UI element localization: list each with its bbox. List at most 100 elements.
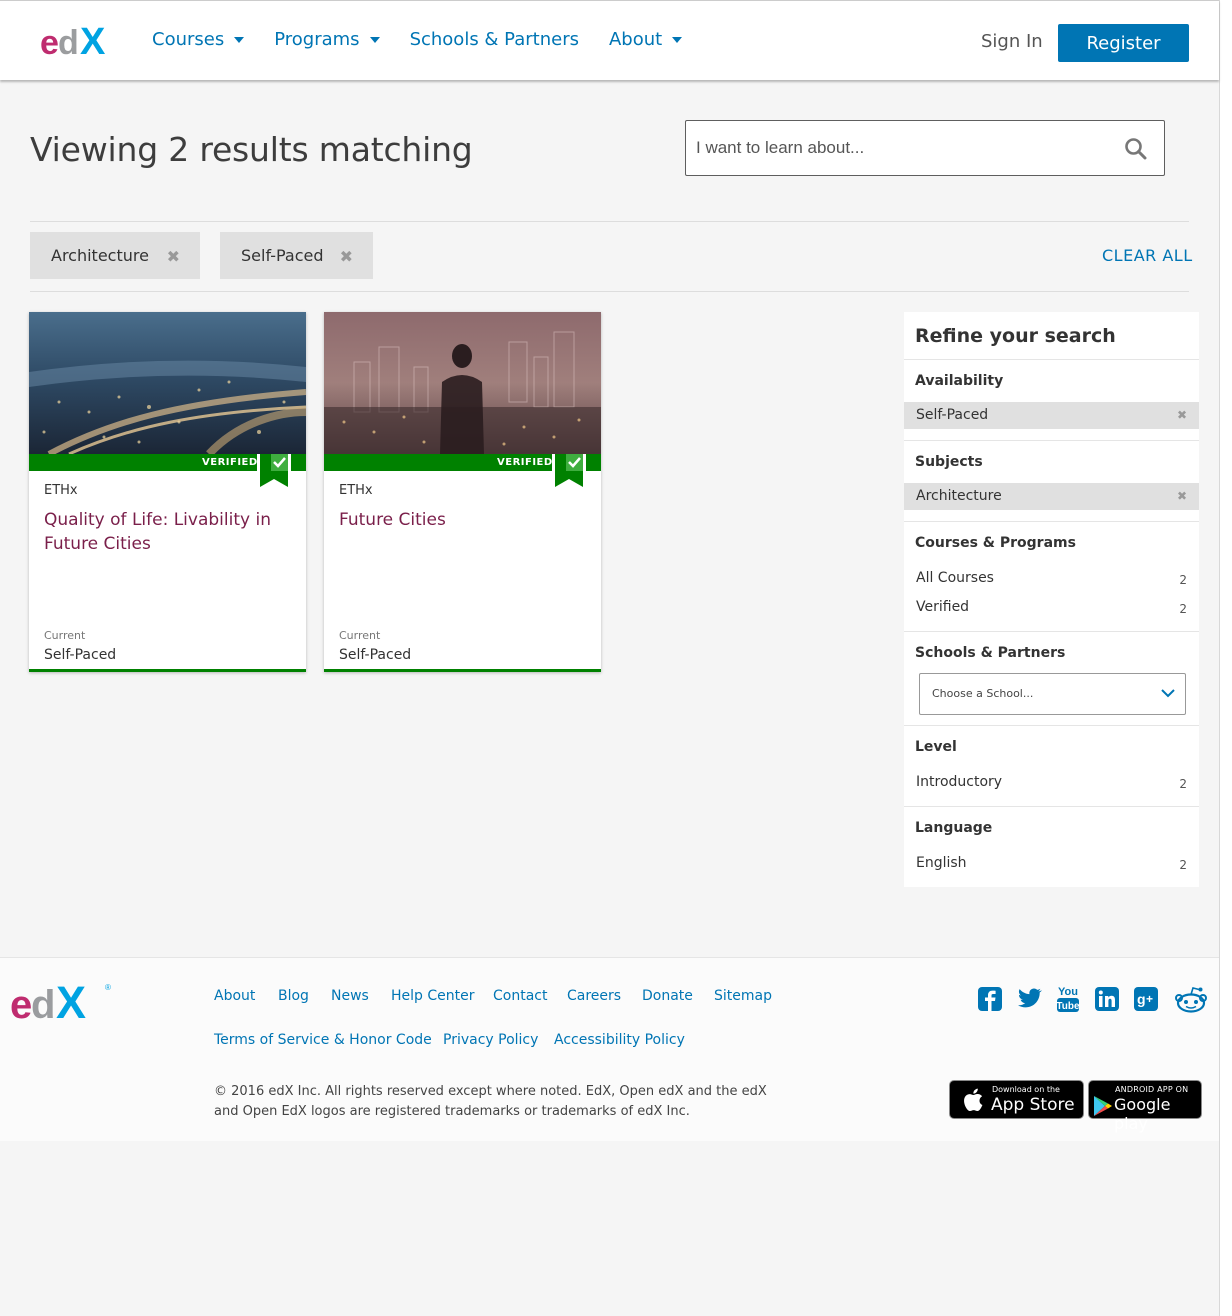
footer-link-careers[interactable]: Careers [567,988,621,1004]
main-nav: Courses Programs Schools & Partners Abou… [152,29,712,50]
search-icon[interactable] [1124,137,1148,161]
divider [904,359,1199,360]
facet-title-language: Language [915,820,993,836]
close-icon[interactable]: ✖ [167,247,180,266]
footer-link-donate[interactable]: Donate [642,988,693,1004]
facet-title-level: Level [915,739,957,755]
verified-label: VERIFIED [202,457,258,468]
scrollbar[interactable] [1219,0,1232,1316]
google-play-badge[interactable]: ANDROID APP ON Google play [1088,1080,1202,1133]
facet-item-label: All Courses [916,570,994,586]
course-image [324,312,601,454]
youtube-icon[interactable]: You Tube [1055,985,1081,1013]
filter-chip-self-paced[interactable]: Self-Paced ✖ [220,232,373,279]
site-header: e d X Courses Programs Schools & Partner… [0,0,1219,80]
app-store-badge[interactable]: Download on the App Store [949,1080,1084,1119]
google-play-big: Google play [1114,1095,1171,1133]
course-status: Self-Paced [44,647,117,663]
divider [904,725,1199,726]
twitter-icon[interactable] [1016,985,1042,1013]
nav-courses[interactable]: Courses [152,29,245,50]
edx-logo[interactable]: e d X ® [10,980,114,1024]
course-org: ETHx [44,483,78,498]
school-select[interactable]: Choose a School... [919,673,1186,715]
nav-about[interactable]: About [608,29,683,50]
svg-text:+: + [1146,992,1153,1006]
google-plus-icon[interactable]: g + [1133,985,1159,1013]
course-title[interactable]: Future Cities [339,508,589,532]
reddit-icon[interactable] [1173,985,1209,1013]
apple-icon [964,1088,983,1112]
facet-item-count: 2 [1179,573,1187,587]
nav-schools-partners[interactable]: Schools & Partners [410,29,579,50]
chevron-down-icon [1161,689,1175,698]
facet-item-english[interactable]: English 2 [916,855,1187,872]
search-box [685,120,1165,176]
close-icon[interactable]: ✖ [1177,483,1187,510]
google-play-small: ANDROID APP ON [1115,1085,1189,1094]
footer-link-news[interactable]: News [331,988,369,1004]
linkedin-icon[interactable] [1094,985,1120,1013]
results-heading: Viewing 2 results matching [30,130,473,169]
facet-item-all-courses[interactable]: All Courses 2 [916,570,1187,587]
divider [904,631,1199,632]
course-image [29,312,306,454]
search-input[interactable] [696,121,1096,175]
footer-link-about[interactable]: About [214,988,255,1004]
copyright-text: © 2016 edX Inc. All rights reserved exce… [214,1084,767,1119]
nav-label: Courses [152,29,225,50]
svg-text:X: X [80,21,106,61]
verified-ribbon-icon [552,454,586,492]
footer-link-blog[interactable]: Blog [278,988,309,1004]
facet-item-label: Verified [916,599,970,615]
course-status-label: Current [44,629,86,642]
svg-text:e: e [10,983,31,1024]
verified-label: VERIFIED [497,457,553,468]
clear-all-link[interactable]: CLEAR ALL [1102,246,1193,265]
app-store-big: App Store [991,1095,1075,1115]
facet-item-label: English [916,855,967,871]
svg-text:®: ® [105,983,111,992]
course-title[interactable]: Quality of Life: Livability in Future Ci… [44,508,294,556]
facet-active-label: Self-Paced [916,407,989,423]
caret-down-icon [672,36,683,43]
svg-text:d: d [31,983,53,1024]
facet-title-schools-partners: Schools & Partners [915,645,1066,661]
course-org: ETHx [339,483,373,498]
refine-title: Refine your search [915,325,1116,347]
google-play-icon [1094,1096,1112,1116]
register-button[interactable]: Register [1058,24,1189,62]
course-card[interactable]: VERIFIED ETHx Quality of Life: Livabilit… [29,312,306,672]
footer-link-privacy[interactable]: Privacy Policy [443,1032,538,1048]
course-card[interactable]: VERIFIED ETHx Future Cities Current Self… [324,312,601,672]
edx-logo[interactable]: e d X [40,21,118,61]
course-status: Self-Paced [339,647,412,663]
facet-title-availability: Availability [915,373,1004,389]
facet-item-label: Introductory [916,774,1003,790]
filter-chip-architecture[interactable]: Architecture ✖ [30,232,200,279]
nav-label: About [608,29,663,50]
close-icon[interactable]: ✖ [1177,402,1187,429]
facet-title-subjects: Subjects [915,454,983,470]
footer-link-contact[interactable]: Contact [493,988,547,1004]
filter-chip-label: Architecture [51,246,149,265]
app-store-small: Download on the [992,1085,1060,1094]
refine-panel: Refine your search Availability Self-Pac… [904,312,1199,887]
verified-ribbon-icon [257,454,291,492]
filter-chip-label: Self-Paced [241,246,324,265]
facet-item-verified[interactable]: Verified 2 [916,599,1187,616]
facet-active-architecture[interactable]: Architecture ✖ [904,483,1199,510]
course-status-label: Current [339,629,381,642]
facet-item-count: 2 [1179,777,1187,791]
footer-link-sitemap[interactable]: Sitemap [714,988,772,1004]
footer-link-terms[interactable]: Terms of Service & Honor Code [214,1032,432,1048]
close-icon[interactable]: ✖ [340,247,353,266]
facet-active-self-paced[interactable]: Self-Paced ✖ [904,402,1199,429]
facet-title-courses-programs: Courses & Programs [915,535,1076,551]
footer-link-accessibility[interactable]: Accessibility Policy [554,1032,685,1048]
nav-programs[interactable]: Programs [274,29,380,50]
facebook-icon[interactable] [977,985,1003,1013]
facet-item-introductory[interactable]: Introductory 2 [916,774,1187,791]
footer-link-help-center[interactable]: Help Center [391,988,475,1004]
sign-in-link[interactable]: Sign In [981,31,1043,52]
